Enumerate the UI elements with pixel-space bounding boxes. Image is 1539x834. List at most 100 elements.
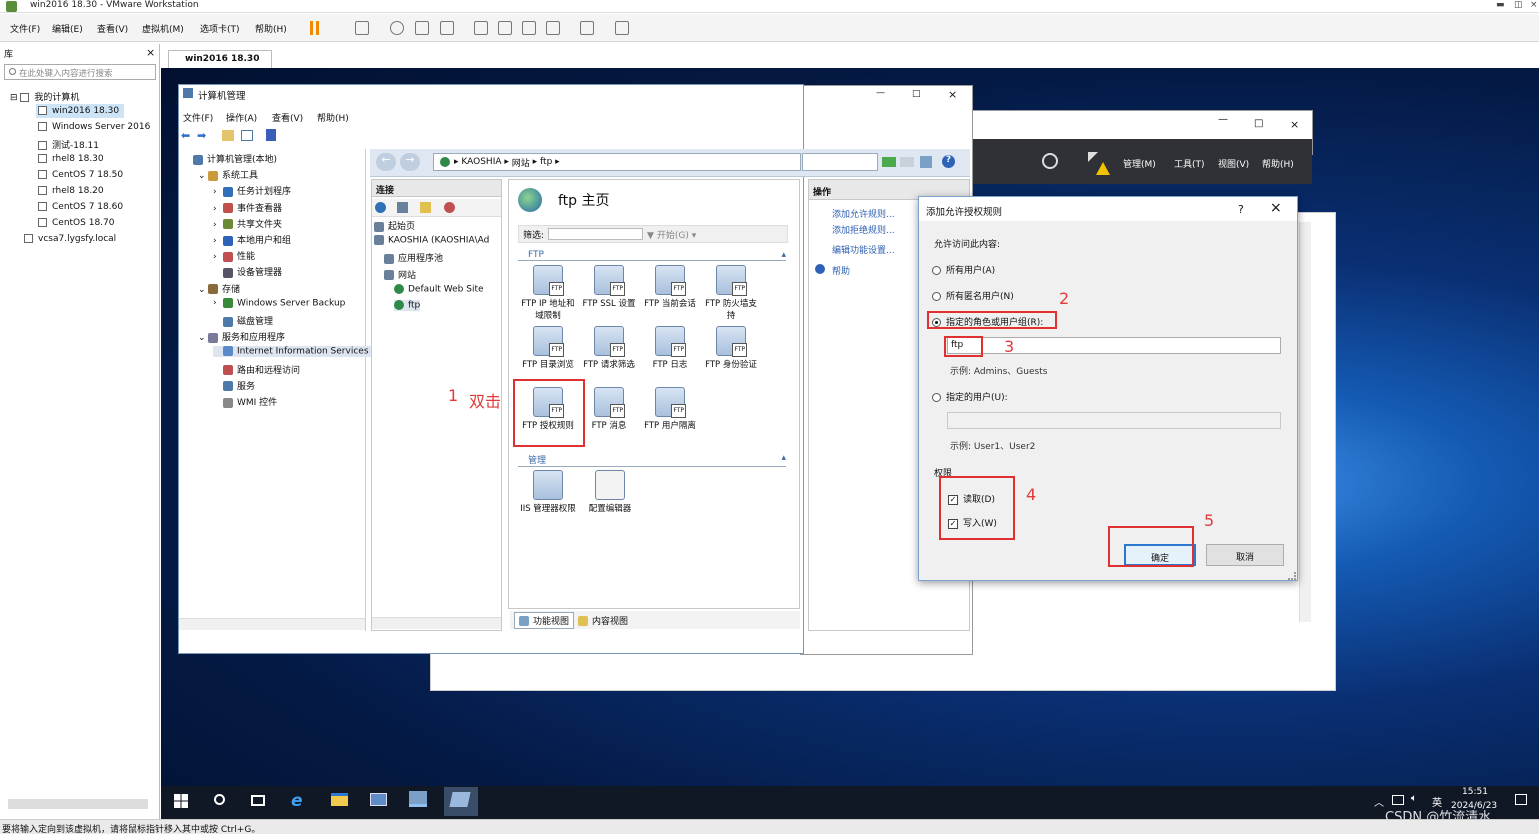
tab-content-view[interactable]: 内容视图 (574, 613, 632, 628)
cm-menu-view[interactable]: 查看(V) (272, 111, 303, 124)
disconnect-icon[interactable] (444, 202, 455, 213)
vm-tab[interactable]: win2016 18.30 (168, 50, 272, 68)
feature-ftp-messages[interactable]: FTP FTP 消息 (579, 387, 639, 432)
thumbnail-icon[interactable] (498, 21, 512, 35)
start-icon[interactable] (174, 794, 188, 808)
refresh-icon[interactable] (1042, 153, 1058, 169)
action-edit-settings[interactable]: 编辑功能设置... (832, 243, 895, 256)
expand-icon[interactable]: ⌄ (198, 333, 208, 343)
breadcrumb-item[interactable]: ftp (540, 157, 552, 167)
snapshot-icon[interactable] (390, 21, 404, 35)
radio-users[interactable]: 指定的用户(U): (932, 390, 1008, 403)
cm-tree-item[interactable]: 路由和远程访问 (213, 363, 300, 376)
feature-ftp-logging[interactable]: FTP FTP 日志 (640, 326, 700, 371)
iis-min-icon[interactable]: — (876, 88, 885, 98)
connections-scrollbar[interactable] (372, 617, 501, 629)
forward-arrow-icon[interactable]: ➡ (197, 129, 206, 142)
menu-help[interactable]: 帮助(H) (255, 22, 287, 35)
group-manage-header[interactable]: 管理 ▴ (518, 453, 786, 467)
library-scrollbar[interactable] (8, 799, 148, 809)
action-help[interactable]: 帮助 (832, 264, 850, 277)
expand-icon[interactable]: › (213, 298, 223, 308)
sm-menu-view[interactable]: 视图(V) (1218, 157, 1249, 170)
radio-circle[interactable] (932, 292, 941, 301)
expand-icon[interactable]: › (213, 187, 223, 197)
close-icon[interactable]: × (1530, 0, 1538, 10)
group-ftp-header[interactable]: FTP ▴ (518, 250, 786, 261)
library-search-input[interactable]: 在此处键入内容进行搜索 (4, 64, 156, 80)
feature-ftp-ip-domain[interactable]: FTP FTP IP 地址和域限制 (518, 265, 578, 322)
connections-tree-item[interactable]: 网站 (384, 268, 416, 281)
sm-menu-manage[interactable]: 管理(M) (1123, 157, 1156, 170)
iis-close-icon[interactable]: × (948, 88, 957, 101)
maximize-icon[interactable]: ◫ (1514, 0, 1523, 10)
pause-icon[interactable] (310, 21, 319, 35)
ie-icon[interactable]: e (291, 791, 303, 811)
expand-icon[interactable]: ⌄ (198, 285, 208, 295)
cm-tree-scrollbar[interactable] (179, 618, 365, 630)
flag-icon[interactable] (1088, 152, 1098, 162)
feature-config-editor[interactable]: 配置编辑器 (580, 470, 640, 515)
library-server-item[interactable]: vcsa7.lygsfy.local (24, 234, 116, 249)
feature-ftp-user-isolation[interactable]: FTP FTP 用户隔离 (640, 387, 700, 432)
fullscreen-icon[interactable] (522, 21, 536, 35)
cm-tree-item[interactable]: › 共享文件夹 (213, 217, 282, 230)
sm-menu-help[interactable]: 帮助(H) (1262, 157, 1294, 170)
feature-ftp-authentication[interactable]: FTP FTP 身份验证 (701, 326, 761, 371)
sm-close-icon[interactable]: × (1290, 118, 1299, 131)
cm-tree-item[interactable]: Internet Information Services (213, 346, 383, 357)
action-add-deny[interactable]: 添加拒绝规则... (832, 223, 895, 236)
computer-management-taskbar-icon[interactable] (409, 791, 427, 807)
iis-max-icon[interactable]: □ (912, 89, 921, 99)
library-vm-item[interactable]: CentOS 18.70 (38, 218, 114, 233)
expand-icon[interactable]: › (213, 252, 223, 262)
library-vm-item[interactable]: CentOS 7 18.50 (38, 170, 123, 185)
breadcrumb-item[interactable]: 网站 (512, 156, 530, 169)
feature-ftp-request-filter[interactable]: FTP FTP 请求筛选 (579, 326, 639, 371)
cm-tree-item[interactable]: WMI 控件 (213, 395, 277, 408)
dialog-resize-grip[interactable] (1288, 572, 1296, 580)
collapse-icon[interactable]: ▴ (781, 250, 786, 260)
filter-input[interactable] (548, 228, 644, 240)
collapse-icon[interactable]: ▴ (781, 453, 786, 463)
cm-tree-item[interactable]: › 性能 (213, 249, 255, 262)
iis-home-icon[interactable] (920, 156, 932, 168)
cm-tree-item[interactable]: 磁盘管理 (213, 314, 273, 327)
radio-anonymous[interactable]: 所有匿名用户(N) (932, 289, 1014, 302)
snapshot-manager-icon[interactable] (440, 21, 454, 35)
radio-circle[interactable] (932, 266, 941, 275)
clock-time[interactable]: 15:51 (1462, 787, 1488, 797)
menu-file[interactable]: 文件(F) (10, 22, 40, 35)
expand-icon[interactable]: › (213, 236, 223, 246)
server-manager-taskbar-icon[interactable] (370, 793, 387, 806)
connect-globe-icon[interactable] (375, 202, 386, 213)
cm-tree-item[interactable]: › Windows Server Backup (213, 297, 345, 308)
connections-tree-item[interactable]: 应用程序池 (384, 251, 443, 264)
cm-tree-item[interactable]: ⌄ 系统工具 (198, 168, 258, 181)
revert-snapshot-icon[interactable] (415, 21, 429, 35)
send-keys-icon[interactable] (355, 21, 369, 35)
roles-input[interactable]: ftp (947, 337, 1281, 354)
unity-icon[interactable] (546, 21, 560, 35)
sm-minimize-icon[interactable]: — (1218, 114, 1228, 125)
search-taskbar-icon[interactable] (214, 794, 225, 805)
library-vm-item[interactable]: 测试-18.11 (38, 138, 99, 153)
connections-tree-item[interactable]: ftp (394, 300, 421, 311)
network-icon[interactable] (1392, 795, 1404, 805)
task-view-icon[interactable] (251, 795, 265, 806)
back-arrow-icon[interactable]: ⬅ (181, 129, 190, 142)
minimize-icon[interactable]: ▬ (1496, 0, 1505, 10)
console-icon[interactable] (580, 21, 594, 35)
tray-chevron-icon[interactable]: ︿ (1374, 794, 1384, 809)
radio-all-users[interactable]: 所有用户(A) (932, 263, 995, 276)
cm-tree-item[interactable]: › 事件查看器 (213, 201, 282, 214)
dialog-help-icon[interactable]: ? (1238, 203, 1244, 216)
cm-menu-help[interactable]: 帮助(H) (317, 111, 349, 124)
explorer-icon[interactable] (331, 793, 348, 806)
action-add-allow[interactable]: 添加允许规则... (832, 207, 895, 220)
expand-icon[interactable]: › (213, 220, 223, 230)
feature-iis-manager-permissions[interactable]: IIS 管理器权限 (518, 470, 578, 515)
library-root[interactable]: ⊟ 我的计算机 (10, 90, 79, 105)
feature-ftp-ssl[interactable]: FTP FTP SSL 设置 (579, 265, 639, 310)
sm-maximize-icon[interactable]: □ (1254, 118, 1263, 129)
